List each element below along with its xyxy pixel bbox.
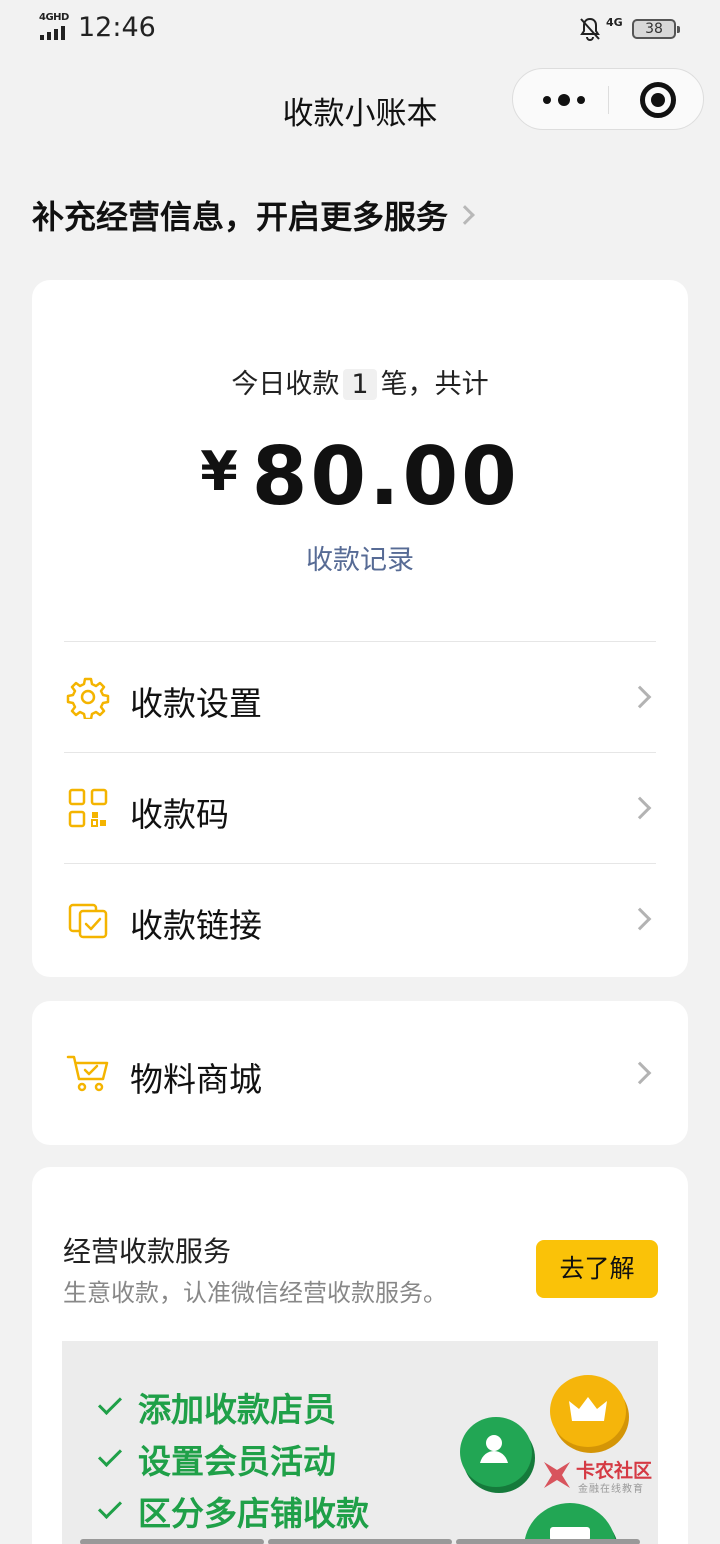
chevron-right-icon: [455, 205, 475, 225]
menu-item-payment-link[interactable]: 收款链接: [64, 863, 656, 974]
menu-label: 收款码: [130, 795, 229, 834]
menu-item-qr-code[interactable]: 收款码: [64, 752, 656, 863]
store-badge-icon: [524, 1503, 616, 1544]
divider: [64, 863, 656, 864]
network-type: 4GHD: [39, 12, 69, 23]
shop-card: 物料商城: [32, 1001, 688, 1145]
bell-muted-icon: [580, 17, 600, 41]
staff-badge-icon: [460, 1417, 532, 1487]
feature-item: 添加收款店员: [97, 1383, 336, 1431]
learn-more-button[interactable]: 去了解: [536, 1240, 658, 1298]
feature-label: 添加收款店员: [138, 1390, 336, 1429]
service-description: 生意收款，认准微信经营收款服务。: [63, 1279, 447, 1307]
close-icon[interactable]: [640, 82, 676, 118]
more-icon[interactable]: [543, 93, 585, 107]
battery-icon: 38: [632, 19, 680, 39]
chevron-right-icon: [628, 907, 652, 931]
gear-icon: [66, 677, 110, 719]
menu-label: 收款设置: [130, 684, 262, 723]
summary-card: 今日收款 1 笔，共计 ¥80.00 收款记录 收款设置 收款码 收款链接: [32, 280, 688, 977]
today-amount: ¥80.00: [32, 430, 688, 523]
today-suffix: 笔，共计: [380, 369, 489, 400]
crown-badge-icon: [550, 1375, 626, 1447]
today-summary: 今日收款 1 笔，共计: [32, 362, 688, 401]
today-prefix: 今日收款: [231, 369, 340, 400]
watermark-tagline: 金融在线教育: [578, 1484, 644, 1495]
status-bar: 4GHD 12:46 4G 38: [0, 0, 720, 58]
service-title: 经营收款服务: [63, 1235, 232, 1268]
business-info-banner[interactable]: 补充经营信息，开启更多服务: [32, 192, 475, 238]
network-4g: 4G: [606, 16, 623, 29]
watermark: 卡农社区 金融在线教育: [540, 1456, 660, 1496]
signal-icon: [40, 26, 65, 40]
cart-icon: [66, 1055, 109, 1092]
amount-value: 80.00: [251, 430, 520, 523]
menu-label: 收款链接: [130, 906, 262, 945]
banner-text: 补充经营信息，开启更多服务: [32, 198, 449, 236]
feature-label: 设置会员活动: [138, 1442, 336, 1481]
payment-count: 1: [343, 369, 377, 400]
status-time: 12:46: [78, 12, 156, 43]
link-icon: [68, 903, 108, 939]
menu-item-settings[interactable]: 收款设置: [64, 641, 656, 752]
promo-banner[interactable]: 添加收款店员 设置会员活动 区分多店铺收款: [62, 1341, 658, 1544]
mini-program-capsule: [512, 68, 704, 130]
chevron-right-icon: [628, 1061, 652, 1085]
capsule-divider: [608, 86, 609, 114]
menu-item-shop[interactable]: 物料商城: [64, 1017, 656, 1128]
feature-label: 区分多店铺收款: [138, 1494, 369, 1533]
menu-label: 物料商城: [130, 1060, 262, 1099]
check-icon: [97, 1442, 123, 1468]
check-icon: [97, 1390, 123, 1416]
divider: [64, 641, 656, 642]
divider: [64, 752, 656, 753]
currency-symbol: ¥: [200, 440, 238, 503]
check-icon: [97, 1494, 123, 1520]
feature-item: 区分多店铺收款: [97, 1487, 369, 1535]
watermark-logo-icon: [544, 1462, 570, 1488]
qr-code-icon: [68, 788, 108, 828]
chevron-right-icon: [628, 796, 652, 820]
watermark-name: 卡农社区: [576, 1460, 653, 1482]
records-link[interactable]: 收款记录: [32, 538, 688, 577]
chevron-right-icon: [628, 685, 652, 709]
promo-shadow-bar: [80, 1539, 640, 1544]
feature-item: 设置会员活动: [97, 1435, 336, 1483]
